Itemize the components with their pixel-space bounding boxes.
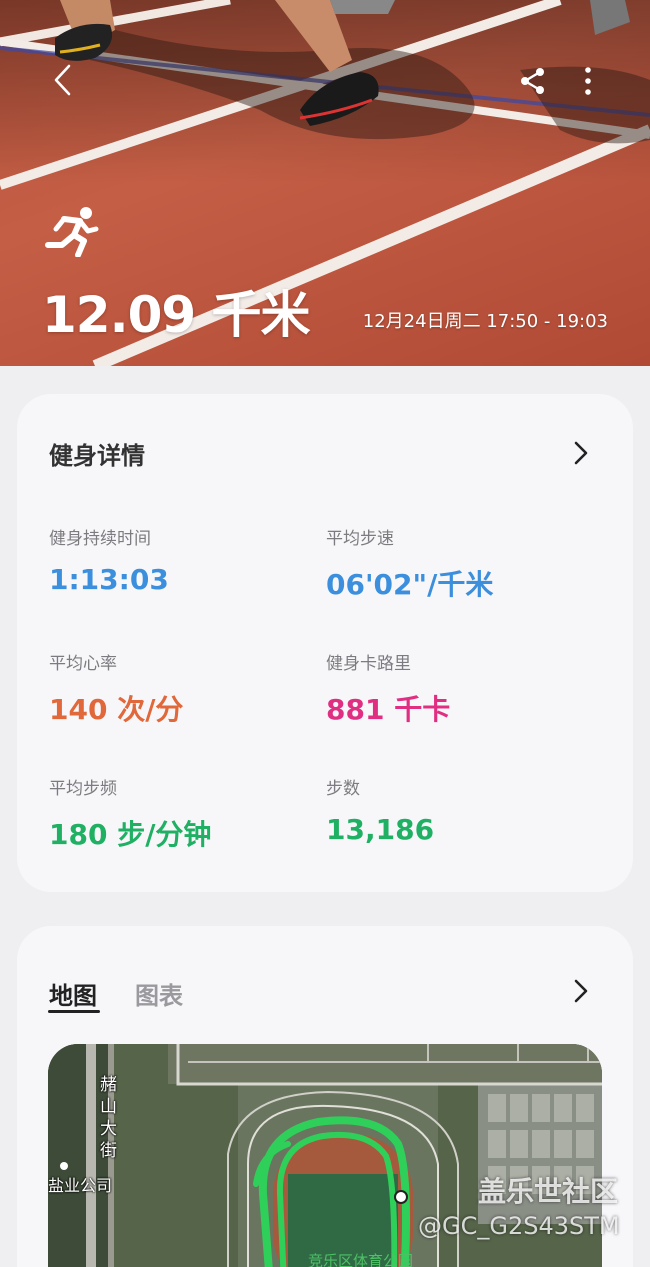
workout-details-card[interactable]: 健身详情 健身持续时间 1:13:03 平均步速 06'02"/千米 平均心率 … <box>17 394 633 892</box>
metric-label: 平均步速 <box>326 529 394 549</box>
workout-date-range: 12月24日周二 17:50 - 19:03 <box>362 311 608 332</box>
metric-label: 健身卡路里 <box>326 654 411 674</box>
map-label-venue: 竞乐区体育公园 <box>308 1252 414 1267</box>
share-button[interactable] <box>512 60 554 102</box>
map-label-street: 赭山大街 <box>100 1075 117 1161</box>
metric-value: 180 步/分钟 <box>49 818 212 851</box>
metric-label: 平均步频 <box>49 779 117 799</box>
workout-detail-screen: 12.09 千米 12月24日周二 17:50 - 19:03 健身详情 健身持… <box>0 0 650 1267</box>
metric-label: 健身持续时间 <box>49 529 151 549</box>
chevron-left-icon <box>54 64 71 96</box>
details-title: 健身详情 <box>49 442 145 470</box>
back-button[interactable] <box>40 58 84 102</box>
watermark-community: 盖乐世社区 <box>478 1175 619 1208</box>
metric-calories: 健身卡路里 881 千卡 <box>326 649 586 728</box>
metric-label: 平均心率 <box>49 654 117 674</box>
more-vertical-icon <box>585 67 591 95</box>
running-icon <box>45 207 99 257</box>
workout-distance: 12.09 千米 <box>42 286 311 344</box>
metric-value: 06'02"/千米 <box>326 568 494 601</box>
metric-value: 140 次/分 <box>49 693 184 726</box>
tab-map[interactable]: 地图 <box>49 976 97 1011</box>
tab-chart[interactable]: 图表 <box>135 976 183 1011</box>
hero-banner: 12.09 千米 12月24日周二 17:50 - 19:03 <box>0 0 650 366</box>
more-options-button[interactable] <box>570 60 606 102</box>
metric-steps: 步数 13,186 <box>326 774 586 846</box>
metric-value: 13,186 <box>326 813 435 846</box>
metric-avg-heart-rate: 平均心率 140 次/分 <box>49 649 309 728</box>
share-icon <box>521 68 544 94</box>
map-label-company: 盐业公司 <box>48 1176 113 1195</box>
metric-value: 881 千卡 <box>326 693 451 726</box>
metric-avg-cadence: 平均步频 180 步/分钟 <box>49 774 309 853</box>
watermark-user: @GC_G2S43STM <box>418 1212 620 1240</box>
metric-value: 1:13:03 <box>49 563 169 596</box>
metric-avg-pace: 平均步速 06'02"/千米 <box>326 524 586 603</box>
active-tab-indicator <box>48 1010 100 1013</box>
metric-label: 步数 <box>326 779 360 799</box>
chevron-right-icon[interactable] <box>569 440 593 466</box>
metric-duration: 健身持续时间 1:13:03 <box>49 524 309 596</box>
chevron-right-icon[interactable] <box>569 978 593 1004</box>
